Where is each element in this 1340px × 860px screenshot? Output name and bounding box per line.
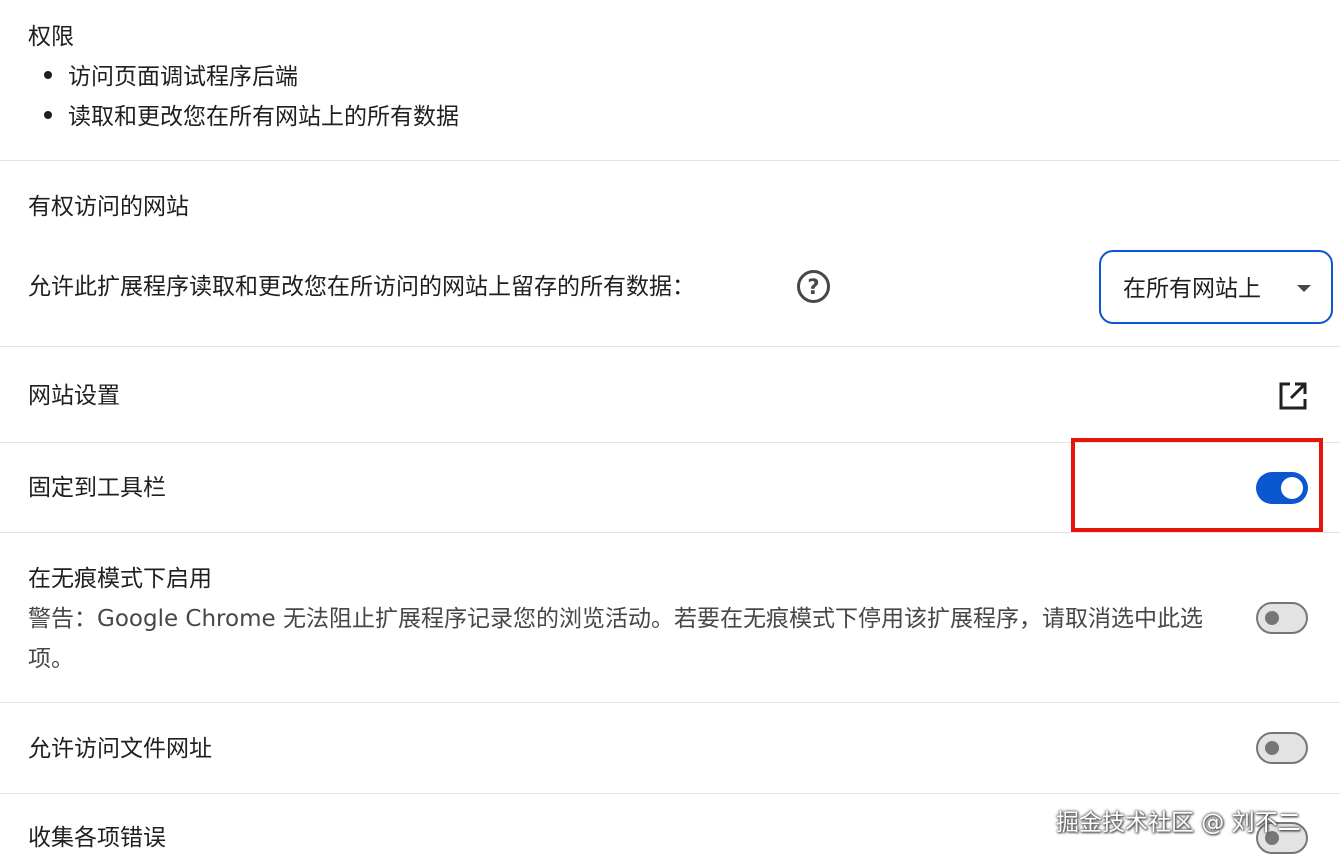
open-in-new-icon[interactable] [1277,380,1309,412]
highlight-box [1071,438,1323,532]
site-settings-label: 网站设置 [28,383,120,409]
help-circle-icon[interactable]: ? [797,270,830,303]
site-access-title: 有权访问的网站 [28,194,189,220]
watermark-text: 掘金技术社区 @ 刘不二 [1056,810,1301,836]
file-urls-label: 允许访问文件网址 [28,736,212,762]
incognito-row: 在无痕模式下启用 警告：Google Chrome 无法阻止扩展程序记录您的浏览… [0,533,1340,703]
extension-details-page: 权限 访问页面调试程序后端 读取和更改您在所有网站上的所有数据 有权访问的网站 … [0,0,1340,860]
incognito-toggle[interactable] [1256,602,1308,634]
permissions-title: 权限 [28,24,74,50]
pin-toolbar-label: 固定到工具栏 [28,475,166,501]
incognito-warning: 警告：Google Chrome 无法阻止扩展程序记录您的浏览活动。若要在无痕模… [28,606,1203,672]
caret-down-icon [1297,285,1311,292]
incognito-label: 在无痕模式下启用 [28,566,212,592]
site-settings-row[interactable]: 网站设置 [0,347,1340,443]
toggle-knob [1265,611,1279,625]
bullet-icon [44,70,52,79]
file-urls-toggle[interactable] [1256,732,1308,764]
toggle-knob [1265,741,1279,755]
dropdown-value: 在所有网站上 [1123,276,1261,302]
permission-item: 读取和更改您在所有网站上的所有数据 [44,102,459,132]
bullet-icon [44,110,52,119]
site-access-description: 允许此扩展程序读取和更改您在所访问的网站上留存的所有数据： [28,274,695,300]
permission-item-label: 读取和更改您在所有网站上的所有数据 [68,104,459,130]
permission-item: 访问页面调试程序后端 [44,62,298,92]
file-urls-row: 允许访问文件网址 [0,703,1340,794]
permission-item-label: 访问页面调试程序后端 [68,64,298,90]
collect-errors-label: 收集各项错误 [28,825,166,851]
site-access-dropdown[interactable]: 在所有网站上 [1099,250,1333,324]
permissions-section: 权限 访问页面调试程序后端 读取和更改您在所有网站上的所有数据 [0,0,1340,161]
